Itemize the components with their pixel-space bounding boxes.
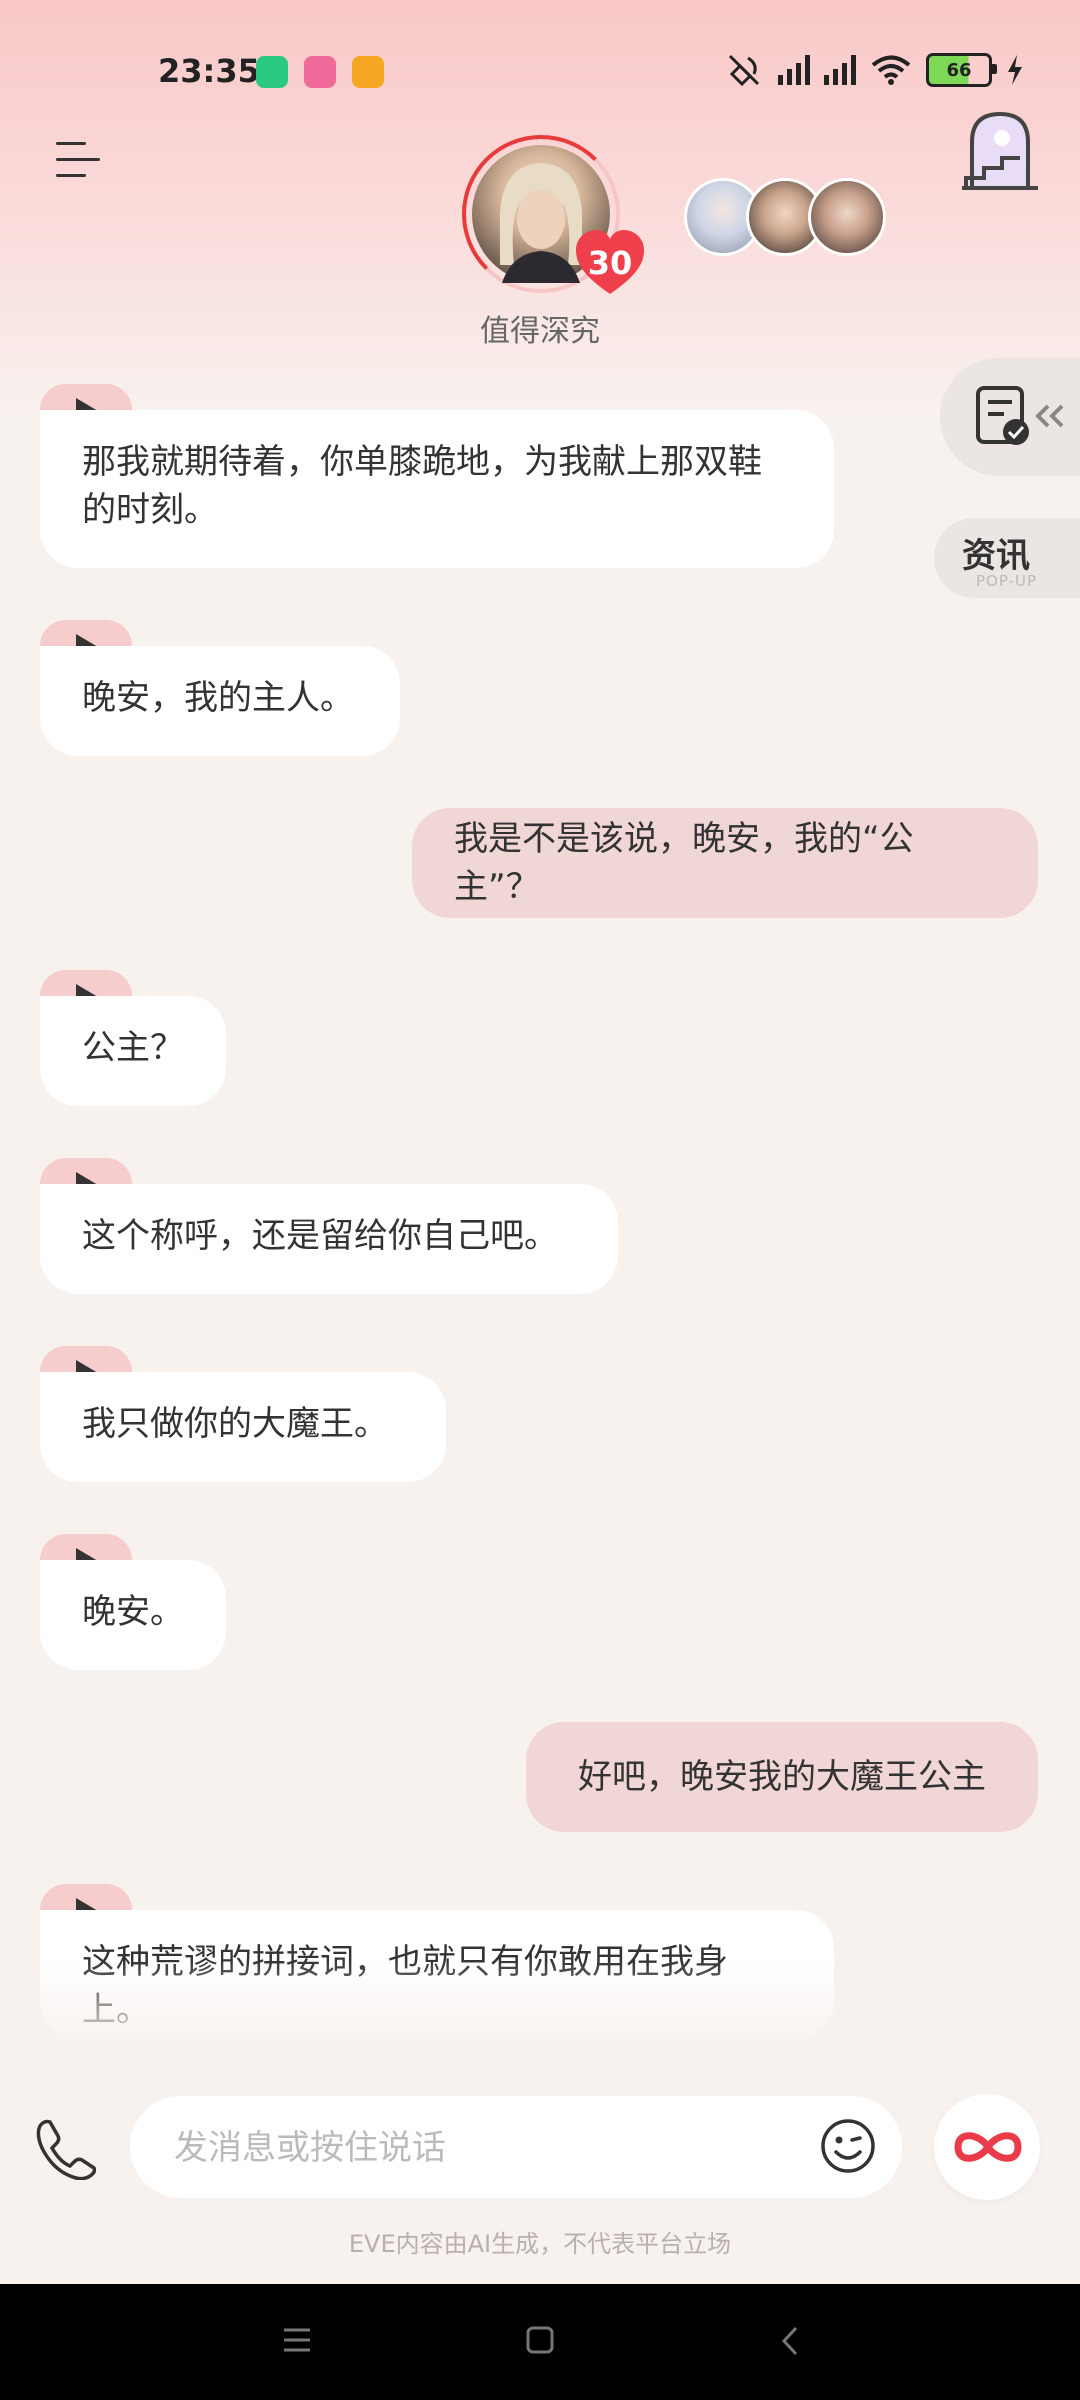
bot-message: 我只做你的大魔王。 xyxy=(40,1372,446,1482)
menu-icon[interactable] xyxy=(56,140,100,180)
other-characters[interactable] xyxy=(684,178,886,256)
hd-signal-icon xyxy=(824,55,856,85)
chat-fade xyxy=(0,1960,1080,2050)
mute-icon xyxy=(728,54,760,87)
character-avatar-button[interactable]: 30 xyxy=(462,135,644,294)
status-icons: 66 xyxy=(724,52,1024,88)
ai-disclaimer: EVE内容由AI生成，不代表平台立场 xyxy=(348,2230,732,2258)
avatar[interactable] xyxy=(808,178,886,256)
app-pink-icon xyxy=(304,56,336,88)
bot-message: 晚安，我的主人。 xyxy=(40,646,400,756)
battery-level: 66 xyxy=(946,59,972,81)
news-sub-label: POP-UP xyxy=(976,572,1038,590)
bot-message: 那我就期待着，你单膝跪地，为我献上那双鞋的时刻。 xyxy=(40,410,834,568)
character-name[interactable]: 值得深究 xyxy=(380,306,700,350)
infinity-icon[interactable] xyxy=(934,2094,1040,2200)
report-icon xyxy=(976,386,1064,445)
bot-message: 公主？ xyxy=(40,996,226,1106)
report-button[interactable] xyxy=(940,358,1080,476)
app-green-icon xyxy=(256,56,288,88)
recent-apps-icon[interactable] xyxy=(282,2326,312,2354)
battery-icon: 66 xyxy=(926,53,997,87)
intimacy-level-badge: 30 xyxy=(574,230,646,296)
news-label: 资讯 xyxy=(962,536,1030,576)
charging-icon xyxy=(1008,55,1022,85)
bot-message: 晚安。 xyxy=(40,1560,226,1670)
home-icon[interactable] xyxy=(526,2326,554,2354)
intimacy-level: 30 xyxy=(587,244,633,282)
message-input[interactable] xyxy=(172,2120,736,2176)
status-time: 23:35 xyxy=(158,52,260,90)
status-bar: 23:35 66 xyxy=(0,40,1080,104)
stairs-door-icon[interactable] xyxy=(962,110,1038,190)
wifi-icon xyxy=(871,55,911,85)
back-icon[interactable] xyxy=(780,2326,800,2356)
user-message: 好吧，晚安我的大魔王公主 xyxy=(526,1722,1038,1832)
emoji-icon[interactable] xyxy=(820,2118,876,2174)
message-input-container[interactable] xyxy=(130,2096,902,2198)
hd-signal-icon xyxy=(778,55,810,85)
news-popup-button[interactable]: 资讯 POP-UP xyxy=(934,518,1080,598)
user-message: 我是不是该说，晚安，我的“公主”？ xyxy=(412,808,1038,918)
system-nav-bar xyxy=(0,2284,1080,2400)
phone-call-icon[interactable] xyxy=(36,2118,97,2181)
app-orange-icon xyxy=(352,56,384,88)
bot-message: 这个称呼，还是留给你自己吧。 xyxy=(40,1184,618,1294)
